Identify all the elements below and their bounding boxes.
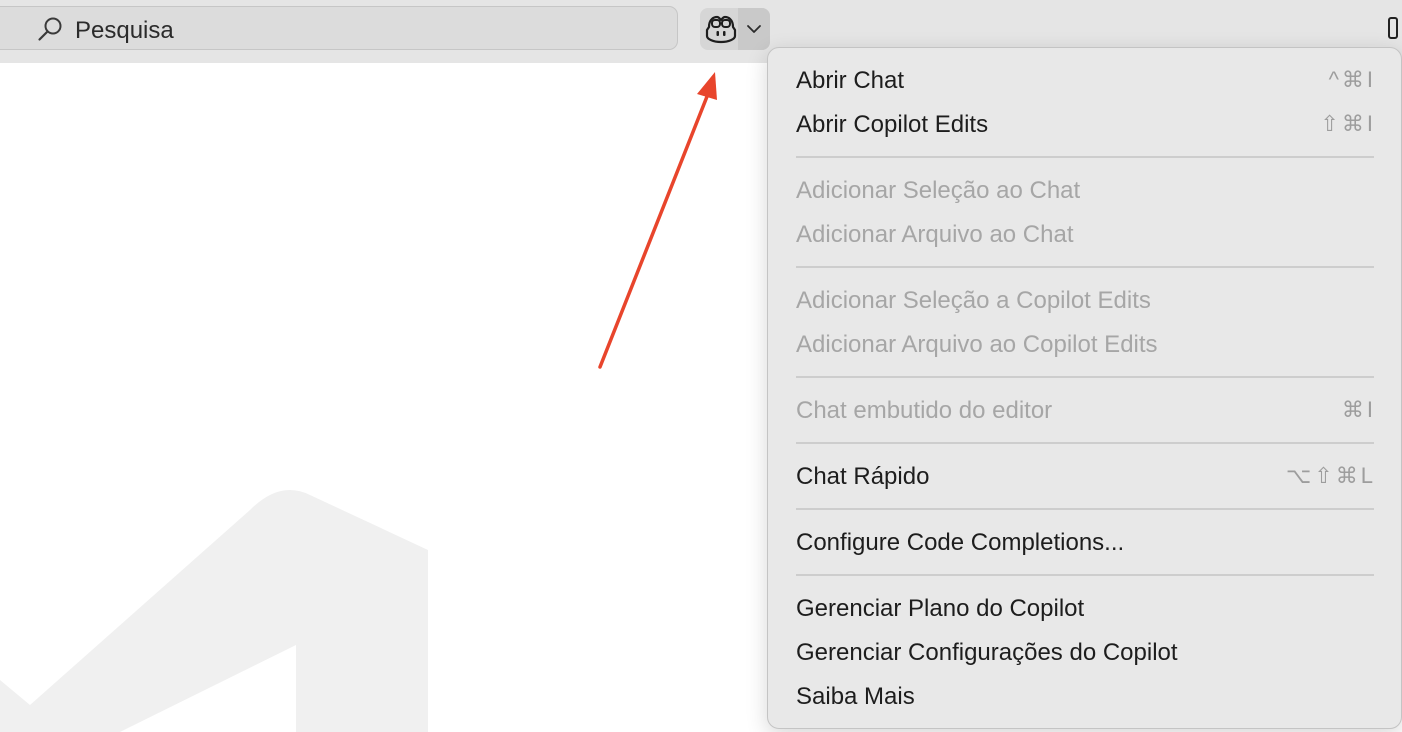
menu-item-label: Adicionar Arquivo ao Chat — [796, 221, 1074, 248]
menu-item-shortcut: ⌘I — [1341, 397, 1376, 422]
menu-item-adicionar-selecao-chat: Adicionar Seleção ao Chat — [796, 173, 1376, 209]
menu-item-adicionar-selecao-copilot-edits: Adicionar Seleção a Copilot Edits — [796, 283, 1376, 319]
menu-item-configure-code-completions[interactable]: Configure Code Completions... — [796, 525, 1376, 561]
menu-item-label: Chat embutido do editor — [796, 397, 1053, 424]
search-bar[interactable]: Pesquisa — [0, 6, 678, 50]
red-arrow — [598, 72, 717, 369]
copilot-dropdown-menu: Abrir Chat ^⌘I Abrir Copilot Edits ⇧⌘I A… — [767, 47, 1402, 729]
copilot-menu-button[interactable] — [700, 8, 770, 50]
copilot-icon — [705, 15, 737, 44]
menu-item-label: Abrir Copilot Edits — [796, 111, 989, 138]
menu-item-gerenciar-configuracoes[interactable]: Gerenciar Configurações do Copilot — [796, 635, 1376, 671]
menu-item-gerenciar-plano[interactable]: Gerenciar Plano do Copilot — [796, 591, 1376, 627]
menu-item-chat-rapido[interactable]: Chat Rápido ⌥⇧⌘L — [796, 459, 1376, 495]
menu-item-label: Abrir Chat — [796, 67, 905, 94]
menu-item-label: Gerenciar Configurações do Copilot — [796, 639, 1178, 666]
menu-item-label: Adicionar Seleção a Copilot Edits — [796, 287, 1151, 314]
menu-item-label: Adicionar Seleção ao Chat — [796, 177, 1081, 204]
search-icon — [38, 17, 62, 41]
menu-item-shortcut: ⇧⌘I — [1320, 111, 1376, 136]
menu-item-label: Chat Rápido — [796, 463, 930, 490]
menu-item-label: Gerenciar Plano do Copilot — [796, 595, 1085, 622]
menu-separator — [796, 508, 1374, 510]
menu-item-adicionar-arquivo-chat: Adicionar Arquivo ao Chat — [796, 217, 1376, 253]
menu-item-abrir-chat[interactable]: Abrir Chat ^⌘I — [796, 63, 1376, 99]
search-placeholder: Pesquisa — [75, 17, 174, 44]
menu-item-adicionar-arquivo-copilot-edits: Adicionar Arquivo ao Copilot Edits — [796, 327, 1376, 363]
chevron-down-icon — [747, 25, 761, 33]
menu-separator — [796, 442, 1374, 444]
menu-item-label: Adicionar Arquivo ao Copilot Edits — [796, 331, 1158, 358]
window-layout-icon[interactable] — [1388, 17, 1398, 39]
menu-item-saiba-mais[interactable]: Saiba Mais — [796, 679, 1376, 715]
menu-separator — [796, 266, 1374, 268]
vscode-logo-watermark — [0, 490, 428, 732]
menu-item-shortcut: ^⌘I — [1328, 67, 1376, 92]
menu-separator — [796, 376, 1374, 378]
menu-item-label: Saiba Mais — [796, 683, 915, 710]
menu-item-abrir-copilot-edits[interactable]: Abrir Copilot Edits ⇧⌘I — [796, 107, 1376, 143]
menu-item-chat-embutido: Chat embutido do editor ⌘I — [796, 393, 1376, 429]
menu-separator — [796, 574, 1374, 576]
copilot-dropdown-toggle[interactable] — [738, 8, 770, 50]
menu-item-shortcut: ⌥⇧⌘L — [1285, 463, 1376, 488]
menu-item-label: Configure Code Completions... — [796, 529, 1125, 556]
menu-separator — [796, 156, 1374, 158]
